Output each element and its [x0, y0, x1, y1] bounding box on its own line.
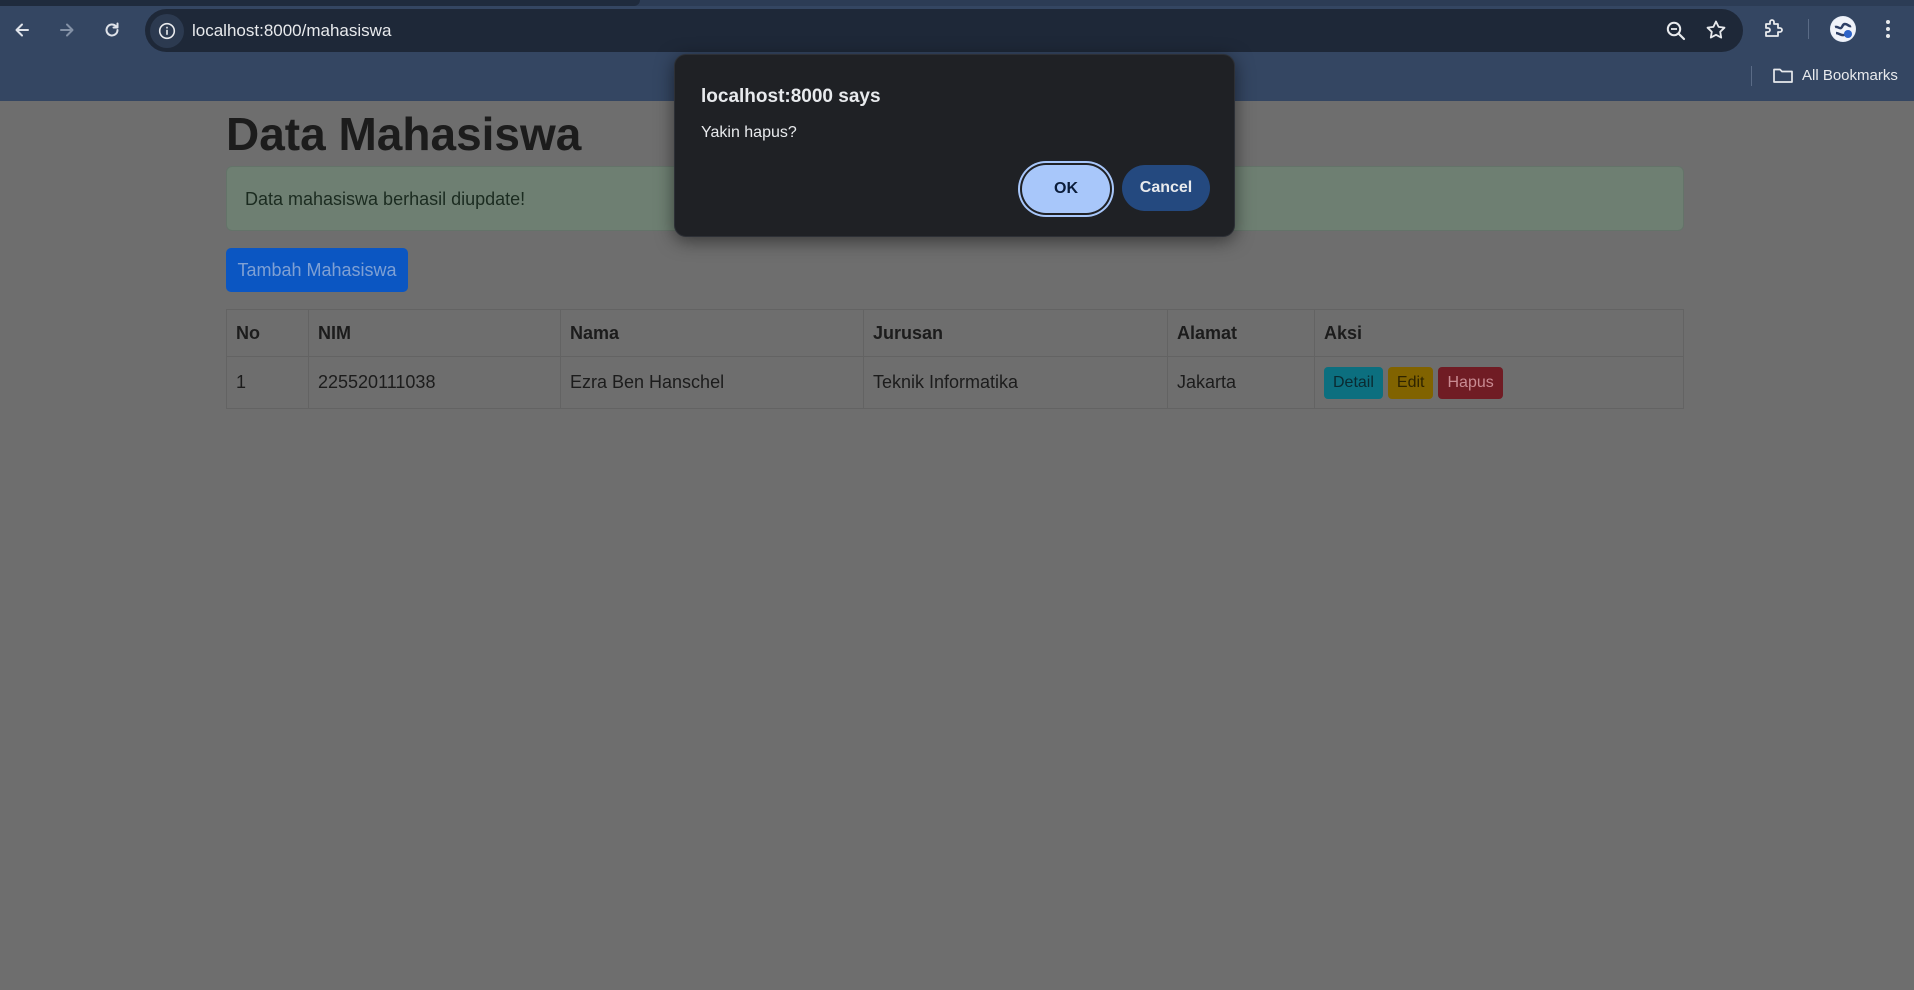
cell-nim: 225520111038: [308, 356, 561, 409]
extensions-puzzle-icon[interactable]: [1762, 16, 1786, 40]
cell-nama: Ezra Ben Hanschel: [560, 356, 864, 409]
forward-button[interactable]: [51, 14, 83, 46]
table-row: 1 225520111038 Ezra Ben Hanschel Teknik …: [226, 356, 1684, 409]
site-info-button[interactable]: [150, 14, 184, 48]
folder-icon: [1773, 68, 1793, 83]
table-header-row: No NIM Nama Jurusan Alamat Aksi: [226, 309, 1684, 357]
delete-button[interactable]: Hapus: [1438, 366, 1503, 399]
all-bookmarks-button[interactable]: All Bookmarks: [1772, 66, 1898, 84]
row-actions: Detail Edit Hapus: [1324, 366, 1503, 399]
reload-icon: [105, 22, 119, 37]
add-student-button[interactable]: Tambah Mahasiswa: [226, 248, 408, 292]
confirm-dialog: localhost:8000 says Yakin hapus? OK Canc…: [674, 54, 1235, 237]
header-nim: NIM: [308, 309, 561, 357]
header-alamat: Alamat: [1167, 309, 1315, 357]
profile-globe-icon: [1831, 17, 1855, 41]
bookmark-star-icon[interactable]: [1705, 19, 1727, 41]
address-bar[interactable]: localhost:8000/mahasiswa: [145, 9, 1743, 52]
back-arrow-icon: [15, 23, 29, 37]
edit-button[interactable]: Edit: [1387, 366, 1434, 399]
cell-alamat: Jakarta: [1167, 356, 1315, 409]
cancel-button[interactable]: Cancel: [1122, 165, 1210, 211]
detail-button[interactable]: Detail: [1324, 366, 1383, 399]
info-icon: [158, 22, 176, 40]
cell-jurusan: Teknik Informatika: [863, 356, 1168, 409]
bookmarks-divider: [1751, 66, 1752, 86]
page-title: Data Mahasiswa: [226, 108, 582, 160]
all-bookmarks-label: All Bookmarks: [1802, 66, 1898, 84]
header-nama: Nama: [560, 309, 864, 357]
cell-no: 1: [226, 356, 309, 409]
active-tab[interactable]: [0, 0, 640, 6]
dialog-message: Yakin hapus?: [701, 124, 797, 141]
header-jurusan: Jurusan: [863, 309, 1168, 357]
ok-button[interactable]: OK: [1022, 165, 1110, 213]
header-aksi: Aksi: [1314, 309, 1684, 357]
toolbar-divider: [1808, 19, 1809, 39]
student-table: No NIM Nama Jurusan Alamat Aksi 1 225520…: [226, 309, 1684, 409]
dialog-title: localhost:8000 says: [701, 86, 881, 107]
tab-strip: [0, 0, 1914, 6]
back-button[interactable]: [6, 14, 38, 46]
kebab-menu-icon[interactable]: [1878, 17, 1898, 41]
cell-aksi: Detail Edit Hapus: [1314, 356, 1684, 409]
zoom-out-icon[interactable]: [1665, 20, 1687, 42]
reload-button[interactable]: [96, 14, 128, 46]
header-no: No: [226, 309, 309, 357]
url-text[interactable]: localhost:8000/mahasiswa: [192, 21, 391, 41]
forward-arrow-icon: [60, 23, 74, 37]
profile-avatar[interactable]: [1830, 16, 1856, 42]
